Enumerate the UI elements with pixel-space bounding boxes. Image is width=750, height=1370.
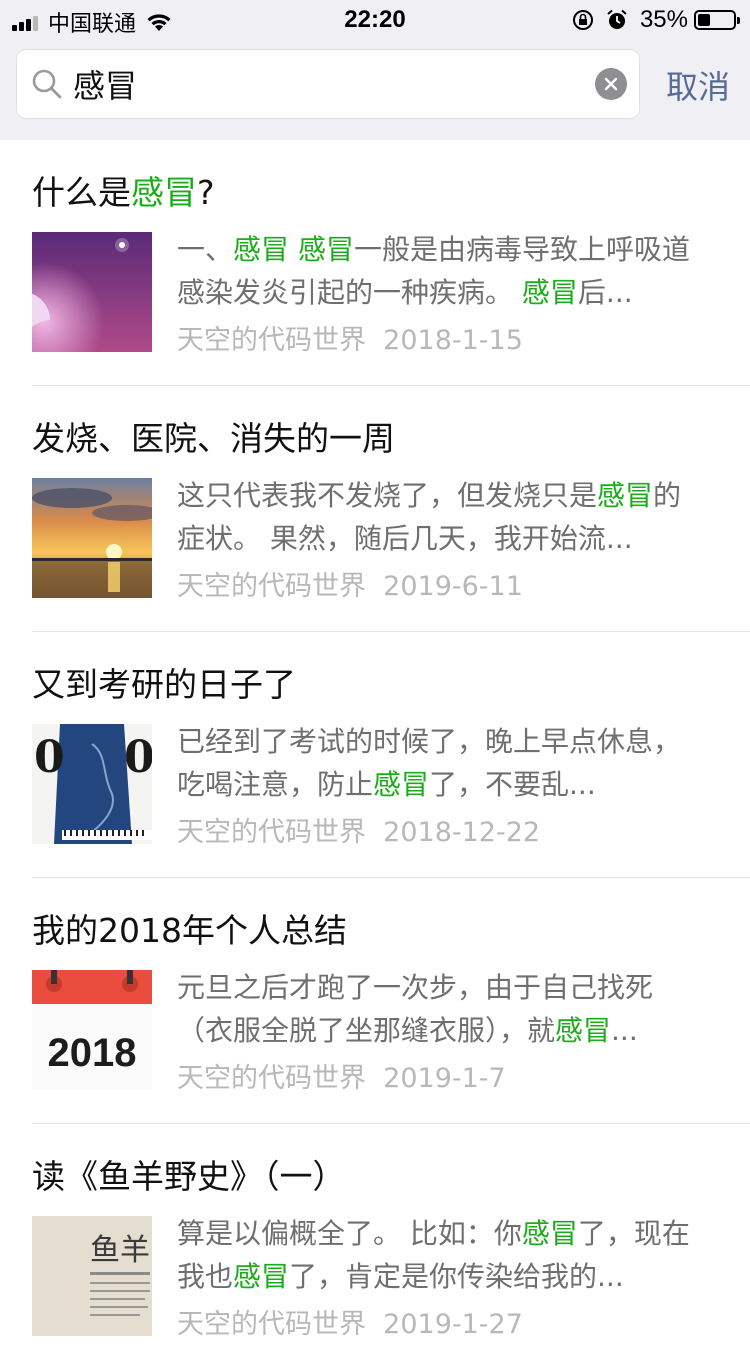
result-title: 读《鱼羊野史》（一） <box>32 1150 346 1198</box>
text-segment: 发烧、医院、消失的一周 <box>32 419 395 458</box>
result-date: 2018-1-15 <box>383 325 523 356</box>
result-snippet: 一、感冒 感冒一般是由病毒导致上呼吸道感染发炎引起的一种疾病。 感冒后... <box>177 228 707 314</box>
results-list: 什么是感冒? 一、感冒 感冒一般是由病毒导致上呼吸道感染发炎引起的一种疾病。 感… <box>0 140 750 1370</box>
result-date: 2019-1-7 <box>383 1063 506 1094</box>
svg-text:0: 0 <box>34 732 65 783</box>
text-segment: ... <box>611 1014 638 1047</box>
result-meta: 天空的代码世界 2019-6-11 <box>177 564 523 603</box>
text-segment: 一、 <box>177 233 234 266</box>
keyword-highlight: 感冒 <box>131 173 197 212</box>
text-segment: 后... <box>577 276 633 309</box>
text-segment: 读《鱼羊野史》（一） <box>32 1157 346 1196</box>
result-snippet: 元旦之后才跑了一次步，由于自己找死（衣服全脱了坐那缝衣服），就感冒... <box>177 966 707 1052</box>
result-author: 天空的代码世界 <box>177 571 366 602</box>
result-title: 发烧、医院、消失的一周 <box>32 412 395 460</box>
status-right: 35% <box>572 6 740 34</box>
keyword-highlight: 感冒 <box>233 1260 290 1293</box>
result-title: 我的2018年个人总结 <box>32 904 347 952</box>
search-input[interactable] <box>73 60 573 108</box>
result-snippet: 算是以偏概全了。 比如：你感冒了，现在我也感冒了，肯定是你传染给我的... <box>177 1212 707 1298</box>
result-author: 天空的代码世界 <box>177 817 366 848</box>
result-date: 2018-12-22 <box>383 817 541 848</box>
result-item[interactable]: 什么是感冒? 一、感冒 感冒一般是由病毒导致上呼吸道感染发炎引起的一种疾病。 感… <box>32 140 750 386</box>
result-item[interactable]: 我的2018年个人总结 2018 元旦之后才跑了一次步，由于自己找死（衣服全脱了… <box>32 878 750 1124</box>
result-author: 天空的代码世界 <box>177 1309 366 1340</box>
result-date: 2019-6-11 <box>383 571 523 602</box>
text-segment: 了，不要乱... <box>429 768 596 801</box>
alarm-icon <box>607 9 627 29</box>
text-segment: 这只代表我不发烧了，但发烧只是 <box>177 479 598 512</box>
keyword-highlight: 感冒 <box>555 1014 612 1047</box>
keyword-highlight: 感冒 <box>521 276 578 309</box>
text-segment: 什么是 <box>32 173 131 212</box>
result-author: 天空的代码世界 <box>177 1063 366 1094</box>
svg-text:0: 0 <box>124 732 152 783</box>
result-meta: 天空的代码世界 2019-1-27 <box>177 1302 523 1341</box>
text-segment: 了，肯定是你传染给我的... <box>289 1260 624 1293</box>
close-icon <box>604 77 618 91</box>
result-item[interactable]: 发烧、医院、消失的一周 这只代表我不发烧了，但发烧只是感冒的症状。 果然，随后几… <box>32 386 750 632</box>
text-segment <box>289 233 298 266</box>
result-title: 又到考研的日子了 <box>32 658 296 706</box>
piano-poster-thumbnail: 0 0 <box>32 724 152 844</box>
rotation-lock-icon <box>572 10 593 30</box>
search-bar: 取消 <box>0 40 750 140</box>
calendar-2018-thumbnail: 2018 <box>32 970 152 1090</box>
result-author: 天空的代码世界 <box>177 325 366 356</box>
text-segment: ? <box>197 173 215 212</box>
result-date: 2019-1-27 <box>383 1309 523 1340</box>
sunset-thumbnail <box>32 478 152 598</box>
cancel-button[interactable]: 取消 <box>666 62 730 108</box>
result-item[interactable]: 又到考研的日子了 0 0 已经到了考试的时候了，晚上早点休息，吃喝注意，防止感冒… <box>32 632 750 878</box>
keyword-highlight: 感冒 <box>597 479 654 512</box>
search-icon <box>32 69 62 99</box>
result-meta: 天空的代码世界 2018-1-15 <box>177 318 523 357</box>
book-cover-thumbnail: 鱼羊 <box>32 1216 152 1336</box>
text-segment: 我的2018年个人总结 <box>32 911 347 950</box>
search-box[interactable] <box>16 49 640 119</box>
calendar-year-text: 2018 <box>48 1031 137 1075</box>
keyword-highlight: 感冒 <box>297 233 354 266</box>
battery-icon <box>694 10 740 30</box>
clear-icon[interactable] <box>595 68 627 100</box>
text-segment: 算是以偏概全了。 比如：你 <box>177 1217 522 1250</box>
status-bar: 中国联通 22:20 35% <box>0 0 750 40</box>
result-meta: 天空的代码世界 2018-12-22 <box>177 810 540 849</box>
keyword-highlight: 感冒 <box>233 233 290 266</box>
result-snippet: 已经到了考试的时候了，晚上早点休息，吃喝注意，防止感冒了，不要乱... <box>177 720 707 806</box>
book-title-text: 鱼羊 <box>90 1233 150 1268</box>
result-item[interactable]: 读《鱼羊野史》（一） 鱼羊 算是以偏概全了。 比如：你感冒了，现在我也感冒了，肯… <box>32 1124 750 1370</box>
result-snippet: 这只代表我不发烧了，但发烧只是感冒的症状。 果然，随后几天，我开始流... <box>177 474 707 560</box>
text-segment: 又到考研的日子了 <box>32 665 296 704</box>
keyword-highlight: 感冒 <box>521 1217 578 1250</box>
battery-percent: 35% <box>639 6 688 33</box>
result-title: 什么是感冒? <box>32 166 215 214</box>
keyword-highlight: 感冒 <box>373 768 430 801</box>
night-sky-thumbnail <box>32 232 152 352</box>
result-meta: 天空的代码世界 2019-1-7 <box>177 1056 506 1095</box>
